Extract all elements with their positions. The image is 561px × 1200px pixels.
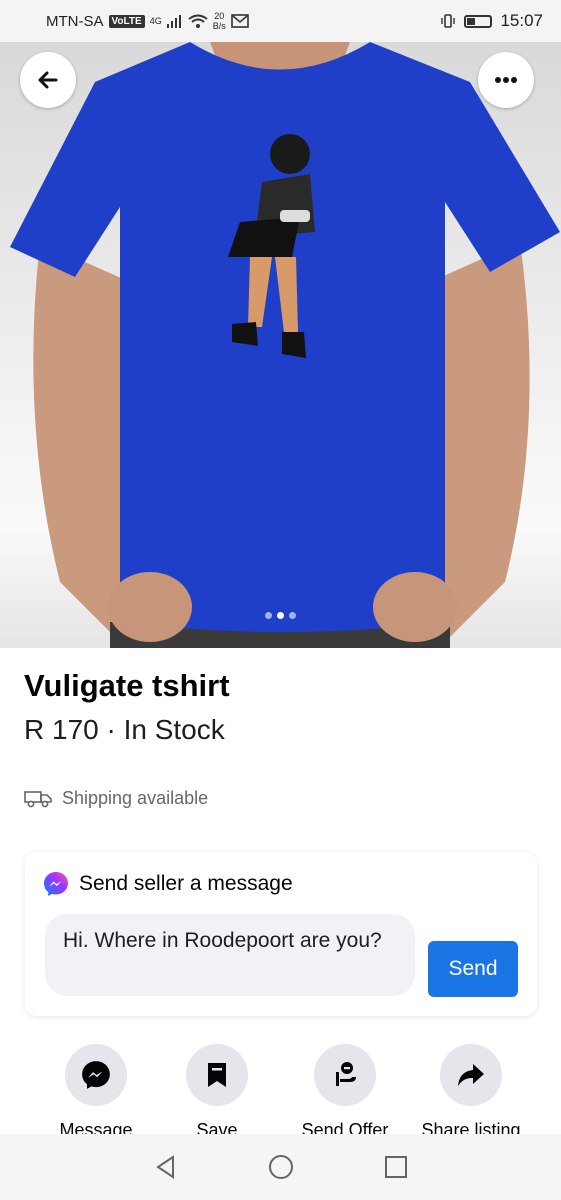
product-image[interactable]	[0, 42, 561, 648]
more-icon	[495, 77, 517, 83]
signal-icon	[166, 15, 181, 28]
image-pager[interactable]	[0, 612, 561, 619]
vibrate-icon	[441, 14, 456, 28]
pager-dot[interactable]	[289, 612, 296, 619]
mail-icon	[230, 14, 249, 28]
arrow-left-icon	[38, 71, 58, 89]
nav-recents-icon[interactable]	[383, 1154, 409, 1180]
product-photo	[10, 42, 560, 648]
message-card: Send seller a message Hi. Where in Roode…	[25, 852, 537, 1016]
share-arrow-icon	[458, 1064, 484, 1086]
more-options-button[interactable]	[478, 52, 534, 108]
speed-unit: B/s	[212, 21, 226, 31]
nav-home-icon[interactable]	[267, 1153, 295, 1181]
price-stock: R 170 · In Stock	[24, 714, 225, 745]
shipping-label: Shipping available	[62, 788, 209, 808]
message-action[interactable]: Message	[31, 1044, 161, 1141]
back-button[interactable]	[20, 52, 76, 108]
carrier-label: MTN-SA	[46, 12, 104, 30]
send-offer-action-circle[interactable]	[314, 1044, 376, 1106]
status-bar: MTN-SA VoLTE 4G 20 B/s 15:07	[0, 0, 561, 42]
pager-dot-active[interactable]	[277, 612, 284, 619]
share-action[interactable]: Share listing	[406, 1044, 536, 1141]
messenger-icon	[44, 872, 68, 896]
wifi-icon	[188, 14, 208, 28]
offer-hand-icon	[336, 1062, 356, 1086]
send-offer-action[interactable]: Send Offer	[280, 1044, 410, 1141]
send-button[interactable]: Send	[428, 941, 518, 997]
network-type: 4G	[149, 16, 162, 26]
status-left: MTN-SA VoLTE 4G 20 B/s	[46, 11, 249, 31]
data-speed: 20 B/s	[213, 11, 226, 31]
message-card-title: Send seller a message	[79, 872, 293, 895]
save-action-circle[interactable]	[186, 1044, 248, 1106]
message-input[interactable]: Hi. Where in Roodepoort are you?	[45, 914, 415, 996]
messenger-outline-icon	[82, 1061, 110, 1089]
message-action-circle[interactable]	[65, 1044, 127, 1106]
truck-icon	[24, 790, 52, 807]
volte-badge: VoLTE	[108, 14, 145, 28]
battery-icon	[464, 14, 493, 28]
message-card-header: Send seller a message	[43, 871, 293, 897]
status-right: 15:07	[440, 11, 543, 31]
pager-dot[interactable]	[265, 612, 272, 619]
nav-back-icon[interactable]	[153, 1154, 179, 1180]
speed-value: 20	[214, 11, 225, 21]
save-action[interactable]: Save	[152, 1044, 282, 1141]
bookmark-icon	[208, 1063, 226, 1087]
shipping-row: Shipping available	[24, 788, 208, 809]
share-action-circle[interactable]	[440, 1044, 502, 1106]
clock: 15:07	[500, 11, 543, 30]
product-title: Vuligate tshirt	[24, 668, 230, 703]
action-bar: Message Save Send Offer Share listing	[0, 1044, 561, 1140]
system-nav-bar	[0, 1134, 561, 1200]
